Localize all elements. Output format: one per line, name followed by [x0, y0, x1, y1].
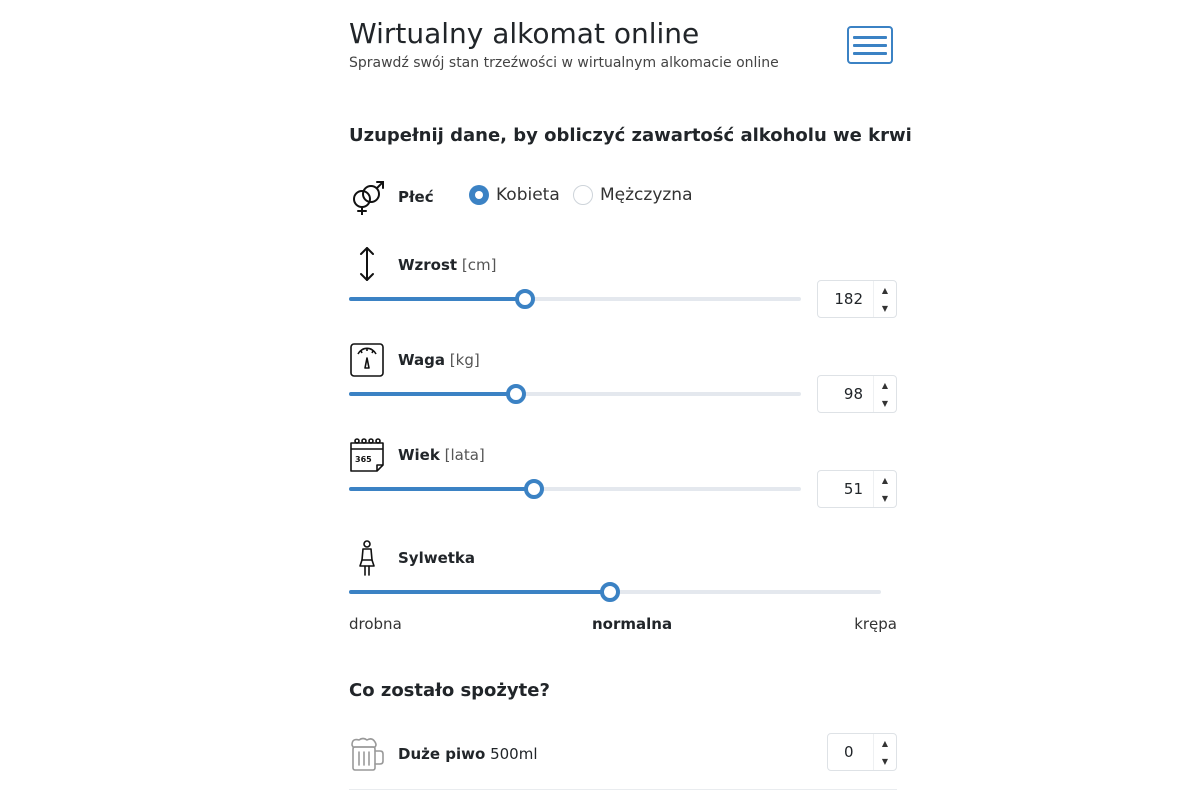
beer-quantity-input[interactable]: 0 ▲ ▼ [827, 733, 897, 771]
hamburger-menu-icon [853, 35, 887, 55]
page-title: Wirtualny alkomat online [349, 17, 700, 50]
weight-slider-thumb[interactable] [506, 384, 527, 404]
build-label: Sylwetka [398, 549, 476, 567]
build-slider[interactable] [349, 582, 881, 602]
age-slider-thumb[interactable] [524, 479, 545, 499]
weight-decrement-button[interactable]: ▼ [874, 394, 896, 412]
age-decrement-button[interactable]: ▼ [874, 489, 896, 507]
age-increment-button[interactable]: ▲ [874, 471, 896, 489]
height-decrement-button[interactable]: ▼ [874, 299, 896, 317]
vertical-arrows-icon [349, 246, 385, 282]
age-input[interactable]: 51 ▲ ▼ [817, 470, 897, 508]
build-slider-thumb[interactable] [599, 582, 620, 602]
person-silhouette-icon [349, 540, 385, 576]
weight-input[interactable]: 98 ▲ ▼ [817, 375, 897, 413]
form-heading: Uzupełnij dane, by obliczyć zawartość al… [349, 125, 912, 146]
age-label: Wiek [lata] [398, 446, 485, 464]
radio-mezczyzna[interactable]: Mężczyzna [573, 185, 693, 205]
height-increment-button[interactable]: ▲ [874, 281, 896, 299]
build-scale-normalna: normalna [592, 615, 673, 633]
gender-symbols-icon [349, 179, 385, 215]
radio-label-mezczyzna: Mężczyzna [600, 185, 693, 205]
divider [349, 789, 897, 790]
menu-button[interactable] [847, 26, 893, 64]
height-label: Wzrost [cm] [398, 256, 497, 274]
page-subtitle: Sprawdź swój stan trzeźwości w wirtualny… [349, 55, 779, 71]
main-container: Wirtualny alkomat online Sprawdź swój st… [349, 0, 912, 800]
height-slider[interactable] [349, 289, 801, 309]
svg-text:365: 365 [355, 455, 372, 464]
scale-icon [349, 342, 385, 378]
radio-circle-checked[interactable] [469, 185, 489, 205]
weight-label: Waga [kg] [398, 351, 480, 369]
height-slider-thumb[interactable] [515, 289, 536, 309]
beer-increment-button[interactable]: ▲ [874, 734, 896, 752]
radio-label-kobieta: Kobieta [496, 185, 560, 205]
age-slider[interactable] [349, 479, 801, 499]
radio-circle-unchecked[interactable] [573, 185, 593, 205]
weight-increment-button[interactable]: ▲ [874, 376, 896, 394]
radio-kobieta[interactable]: Kobieta [469, 185, 560, 205]
weight-slider[interactable] [349, 384, 801, 404]
build-scale-krepa: krępa [854, 615, 897, 633]
consumption-heading: Co zostało spożyte? [349, 680, 550, 701]
height-input[interactable]: 182 ▲ ▼ [817, 280, 897, 318]
beer-decrement-button[interactable]: ▼ [874, 752, 896, 770]
beer-mug-icon [349, 736, 385, 772]
build-scale-drobna: drobna [349, 615, 402, 633]
calendar-365-icon: 365 [349, 437, 385, 473]
gender-label: Płeć [398, 188, 434, 206]
beer-item-label: Duże piwo 500ml [398, 745, 538, 763]
